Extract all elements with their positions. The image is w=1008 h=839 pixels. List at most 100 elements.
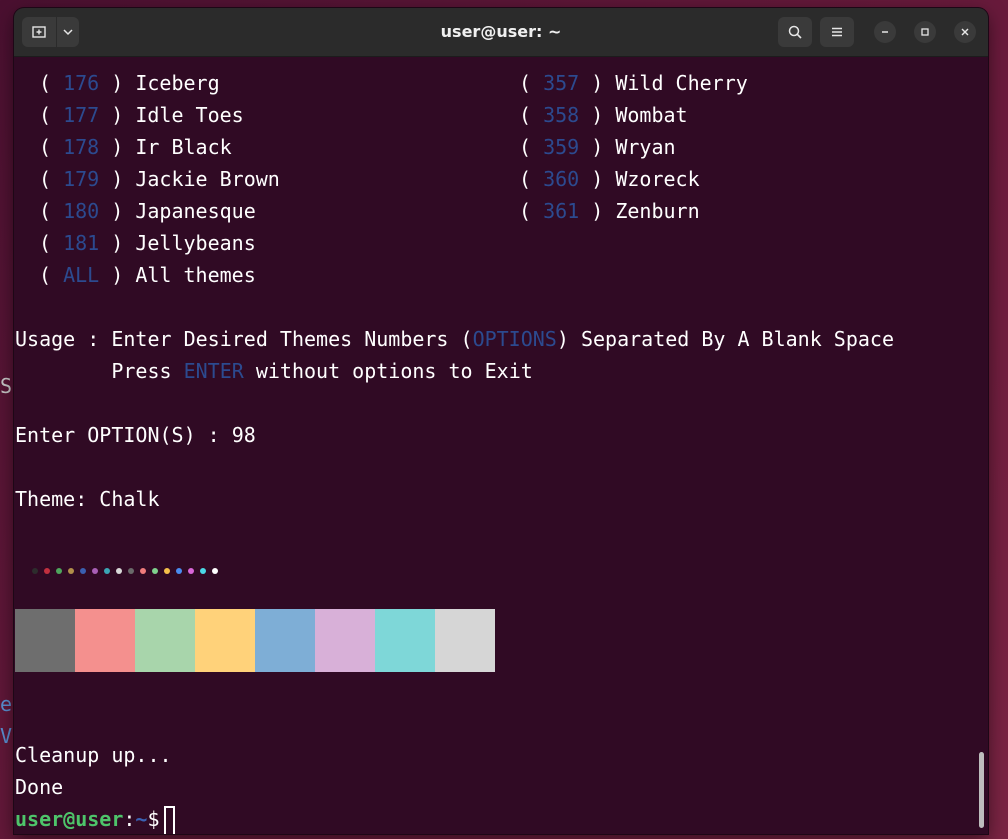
chevron-down-icon bbox=[63, 29, 73, 36]
color-swatch bbox=[375, 609, 435, 672]
theme-option: ( 357 ) Wild Cherry bbox=[519, 71, 748, 95]
theme-number: 181 bbox=[63, 231, 100, 255]
theme-name: Japanesque bbox=[135, 199, 256, 223]
theme-name: Wryan bbox=[615, 135, 676, 159]
cleanup-line: Cleanup up... bbox=[15, 743, 172, 767]
palette-dot bbox=[128, 568, 134, 574]
terminal-window[interactable]: user@user: ~ (176) Iceberg (177) Idl… bbox=[14, 8, 988, 834]
usage-text-suffix: ) Separated By A Blank Space bbox=[556, 327, 895, 351]
theme-option: ( 358 ) Wombat bbox=[519, 103, 688, 127]
desktop-fragment: e bbox=[0, 692, 13, 716]
maximize-icon bbox=[921, 28, 929, 36]
palette-dot bbox=[104, 568, 110, 574]
theme-option: ( 177 ) Idle Toes bbox=[39, 103, 244, 127]
palette-dots bbox=[32, 566, 252, 578]
prompt-user: user@user bbox=[15, 807, 124, 831]
theme-name: Iceberg bbox=[135, 71, 220, 95]
close-button[interactable] bbox=[954, 21, 976, 43]
prompt-symbol: $ bbox=[147, 807, 160, 831]
theme-number: 176 bbox=[63, 71, 100, 95]
theme-name: Jackie Brown bbox=[135, 167, 280, 191]
menu-button[interactable] bbox=[820, 17, 854, 47]
theme-number: 358 bbox=[543, 103, 580, 127]
palette-dot bbox=[164, 568, 170, 574]
usage-options-word: OPTIONS bbox=[472, 327, 557, 351]
search-icon bbox=[788, 25, 802, 39]
theme-name: Ir Black bbox=[135, 135, 232, 159]
usage-text: Usage : Enter Desired Themes Numbers ( bbox=[15, 327, 473, 351]
theme-name: Wild Cherry bbox=[615, 71, 748, 95]
palette-dot bbox=[188, 568, 194, 574]
color-swatch bbox=[255, 609, 315, 672]
terminal-output[interactable]: ( 176 ) Iceberg ( 177 ) Idle Toes ( 178 ) … bbox=[14, 56, 988, 834]
close-icon bbox=[961, 28, 969, 36]
theme-option: ( 359 ) Wryan bbox=[519, 135, 676, 159]
theme-number: 179 bbox=[63, 167, 100, 191]
scrollbar-thumb[interactable] bbox=[979, 752, 984, 828]
tab-menu-button[interactable] bbox=[57, 17, 79, 47]
palette-dot bbox=[152, 568, 158, 574]
theme-option: ( 176 ) Iceberg bbox=[39, 71, 220, 95]
enter-word: ENTER bbox=[183, 359, 244, 383]
theme-number: 180 bbox=[63, 199, 100, 223]
palette-dot bbox=[140, 568, 146, 574]
done-line: Done bbox=[15, 775, 64, 799]
palette-dot bbox=[56, 568, 62, 574]
maximize-button[interactable] bbox=[914, 21, 936, 43]
minimize-button[interactable] bbox=[874, 21, 896, 43]
title-bar[interactable]: user@user: ~ bbox=[14, 8, 988, 57]
theme-option: ( 360 ) Wzoreck bbox=[519, 167, 700, 191]
new-tab-icon bbox=[32, 26, 46, 38]
desktop-fragment: V bbox=[0, 724, 13, 748]
theme-name: Zenburn bbox=[615, 199, 700, 223]
prompt-path: ~ bbox=[135, 807, 148, 831]
theme-name: Idle Toes bbox=[135, 103, 244, 127]
theme-name: All themes bbox=[135, 263, 256, 287]
desktop-fragment: S bbox=[0, 374, 13, 398]
theme-number: 359 bbox=[543, 135, 580, 159]
theme-name: Wombat bbox=[615, 103, 688, 127]
palette-dot bbox=[176, 568, 182, 574]
palette-dot bbox=[212, 568, 218, 574]
input-line: Enter OPTION(S) : 98 bbox=[15, 423, 256, 447]
color-swatch bbox=[195, 609, 255, 672]
theme-option: ( 361 ) Zenburn bbox=[519, 199, 700, 223]
palette-dot bbox=[116, 568, 122, 574]
press-suffix-text: without options to Exit bbox=[243, 359, 533, 383]
theme-name: Jellybeans bbox=[135, 231, 256, 255]
theme-number: 178 bbox=[63, 135, 100, 159]
hamburger-menu-icon bbox=[832, 27, 842, 37]
usage-line: Usage : Enter Desired Themes Numbers (OP… bbox=[15, 323, 894, 355]
theme-line: Theme: Chalk bbox=[15, 487, 160, 511]
theme-number: ALL bbox=[63, 263, 100, 287]
minimize-icon bbox=[882, 31, 888, 33]
theme-option: ( 181 ) Jellybeans bbox=[39, 231, 256, 255]
theme-option: ( ALL ) All themes bbox=[39, 263, 256, 287]
text-cursor bbox=[163, 805, 175, 834]
press-enter-line: Press ENTER without options to Exit bbox=[15, 355, 533, 387]
theme-number: 360 bbox=[543, 167, 580, 191]
palette-dot bbox=[80, 568, 86, 574]
theme-option: ( 179 ) Jackie Brown bbox=[39, 167, 280, 191]
shell-prompt[interactable]: user@user:~$ bbox=[15, 803, 175, 834]
prompt-colon: : bbox=[123, 807, 136, 831]
search-button[interactable] bbox=[778, 17, 812, 47]
theme-name: Wzoreck bbox=[615, 167, 700, 191]
new-tab-button[interactable] bbox=[22, 17, 56, 47]
color-swatch bbox=[75, 609, 135, 672]
color-swatch bbox=[435, 609, 495, 672]
theme-number: 361 bbox=[543, 199, 580, 223]
color-swatch bbox=[15, 609, 75, 672]
theme-option: ( 178 ) Ir Black bbox=[39, 135, 232, 159]
palette-dot bbox=[68, 568, 74, 574]
color-swatch bbox=[315, 609, 375, 672]
palette-dot bbox=[92, 568, 98, 574]
palette-dot bbox=[44, 568, 50, 574]
color-swatch bbox=[135, 609, 195, 672]
theme-option: ( 180 ) Japanesque bbox=[39, 199, 256, 223]
theme-number: 177 bbox=[63, 103, 100, 127]
press-text: Press bbox=[15, 359, 184, 383]
palette-dot bbox=[32, 568, 38, 574]
theme-number: 357 bbox=[543, 71, 580, 95]
palette-dot bbox=[200, 568, 206, 574]
